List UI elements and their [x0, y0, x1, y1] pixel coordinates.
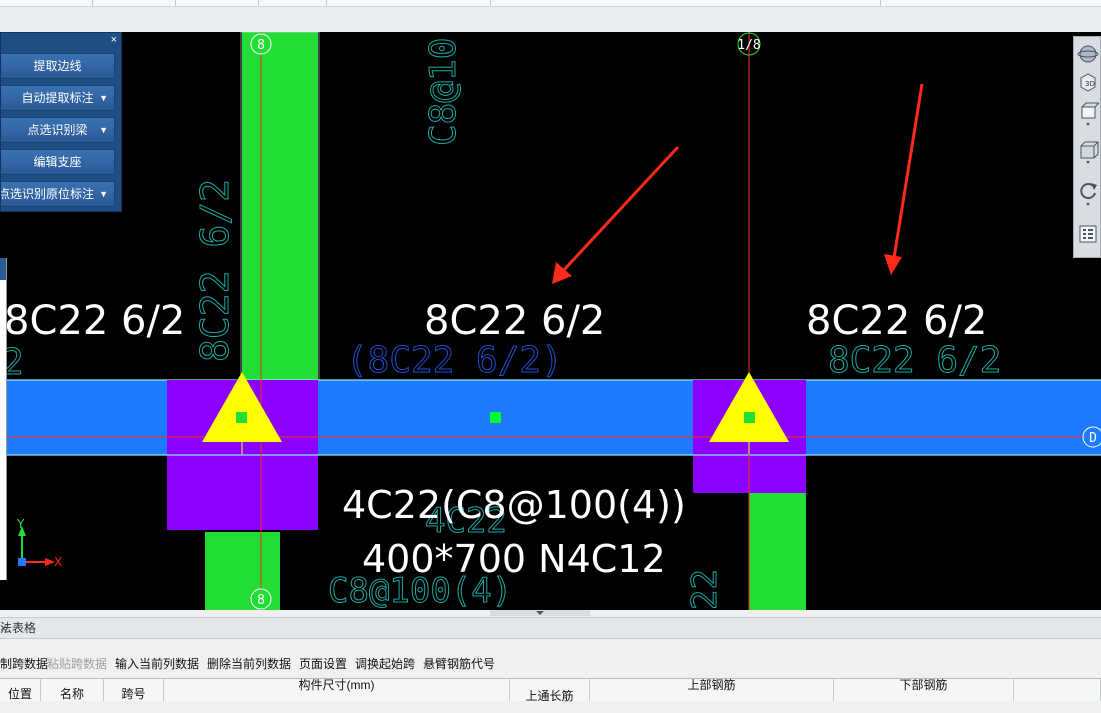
annotation-vertical-left[interactable]: 8C22 6/2 — [193, 178, 238, 362]
view-settings-icon[interactable] — [1076, 223, 1100, 250]
table-header: 位置 名称 跨号 构件尺寸(mm) 上通长筋 上部钢筋 下部钢筋 — [0, 678, 1101, 703]
cube-icon[interactable] — [1076, 139, 1100, 170]
header-name[interactable]: 名称 — [41, 679, 104, 701]
column-top-left[interactable] — [242, 32, 318, 380]
svg-text:X: X — [54, 555, 62, 569]
axis-bubble-top-left[interactable]: 8 — [250, 33, 272, 55]
axis-bubble-bottom-left[interactable]: 8 — [250, 588, 272, 610]
ucs-icon: Y X — [16, 517, 62, 569]
rotate-icon[interactable] — [1076, 177, 1100, 212]
beam-annotation-line1[interactable]: 4C22(C8@100(4)) — [342, 483, 686, 527]
rebar-label-right[interactable]: 8C22 6/2 — [806, 298, 987, 344]
header-position[interactable]: 位置 — [0, 679, 41, 701]
table-title-bar: 平法表格 × — [0, 617, 1101, 639]
header-dims[interactable]: 构件尺寸(mm) — [164, 679, 510, 701]
panel-resize-handle[interactable] — [490, 610, 590, 616]
header-bottom-rebar[interactable]: 下部钢筋 — [834, 679, 1014, 701]
red-arrow-right — [884, 83, 924, 275]
swap-start-span-button[interactable]: 调换起始跨 — [355, 653, 415, 675]
title-bar-area — [0, 0, 1101, 33]
page-setup-button[interactable]: 页面设置 — [299, 653, 347, 675]
cad-drawing-canvas[interactable]: 8 1/8 8 D 8C22 6/2 C8@10 (8C22 6/2) 8C22… — [0, 32, 1101, 610]
header-top-through[interactable]: 上通长筋 — [510, 679, 590, 703]
auto-extract-annotation-button[interactable]: 自动提取标注 ▼ — [1, 85, 115, 111]
extract-edge-button[interactable]: 提取边线 — [1, 53, 115, 79]
globe-icon[interactable] — [1076, 43, 1100, 70]
view-toolbar: 3D — [1073, 36, 1101, 258]
chevron-down-icon[interactable]: ▼ — [99, 182, 108, 206]
header-span[interactable]: 跨号 — [104, 679, 164, 701]
pick-recognize-inplace-annotation-button[interactable]: 点选识别原位标注 ▼ — [1, 181, 115, 207]
column-bottom-right[interactable] — [749, 492, 806, 610]
svg-text:8: 8 — [257, 593, 265, 608]
chevron-down-icon[interactable]: ▼ — [99, 86, 108, 110]
beam-midpoint-marker[interactable] — [490, 412, 501, 423]
header-top-rebar[interactable]: 上部钢筋 — [590, 679, 834, 701]
annotation-right-faded[interactable]: 8C22 6/2 — [828, 340, 1002, 382]
annotation-vertical-top[interactable]: C8@10 — [423, 37, 465, 146]
tab-strip — [0, 0, 1101, 7]
svg-text:1/8: 1/8 — [737, 38, 760, 53]
chevron-down-icon[interactable]: ▼ — [99, 118, 108, 142]
beam-annotation-line2[interactable]: 400*700 N4C12 — [362, 537, 666, 581]
svg-text:8: 8 — [257, 38, 265, 53]
copy-span-data-button[interactable]: 复制跨数据 — [0, 653, 48, 675]
cantilever-rebar-code-button[interactable]: 悬臂钢筋代号 — [423, 653, 495, 675]
input-column-data-button[interactable]: 输入当前列数据 — [115, 653, 199, 675]
annotation-bottom-right[interactable]: 22 — [685, 569, 726, 610]
close-icon[interactable]: × — [0, 618, 1095, 638]
paste-span-data-button[interactable]: 粘贴跨数据 — [47, 653, 107, 675]
box-view-icon[interactable] — [1076, 101, 1101, 132]
annotation-center-faded[interactable]: (8C22 6/2) — [346, 340, 564, 382]
panel-close-button[interactable]: × — [111, 34, 117, 46]
left-side-panel-edge — [0, 258, 7, 580]
recognition-panel: × 提取边线 自动提取标注 ▼ 点选识别梁 ▼ 编辑支座 点选识别原位标注 ▼ — [0, 32, 122, 212]
pick-recognize-beam-button[interactable]: 点选识别梁 ▼ — [1, 117, 115, 143]
red-arrow-center — [552, 145, 680, 284]
cad-drawing: 8 1/8 8 D 8C22 6/2 C8@10 (8C22 6/2) 8C22… — [0, 32, 1101, 610]
svg-text:D: D — [1089, 431, 1097, 446]
svg-text:Y: Y — [16, 517, 25, 531]
3d-view-icon[interactable]: 3D — [1076, 71, 1100, 98]
rebar-label-center[interactable]: 8C22 6/2 — [424, 298, 605, 344]
axis-bubble-right[interactable]: D — [1082, 426, 1101, 448]
svg-text:3D: 3D — [1085, 80, 1095, 88]
edit-support-button[interactable]: 编辑支座 — [1, 149, 115, 175]
rebar-label-left[interactable]: 8C22 6/2 — [4, 298, 185, 344]
delete-column-data-button[interactable]: 删除当前列数据 — [207, 653, 291, 675]
